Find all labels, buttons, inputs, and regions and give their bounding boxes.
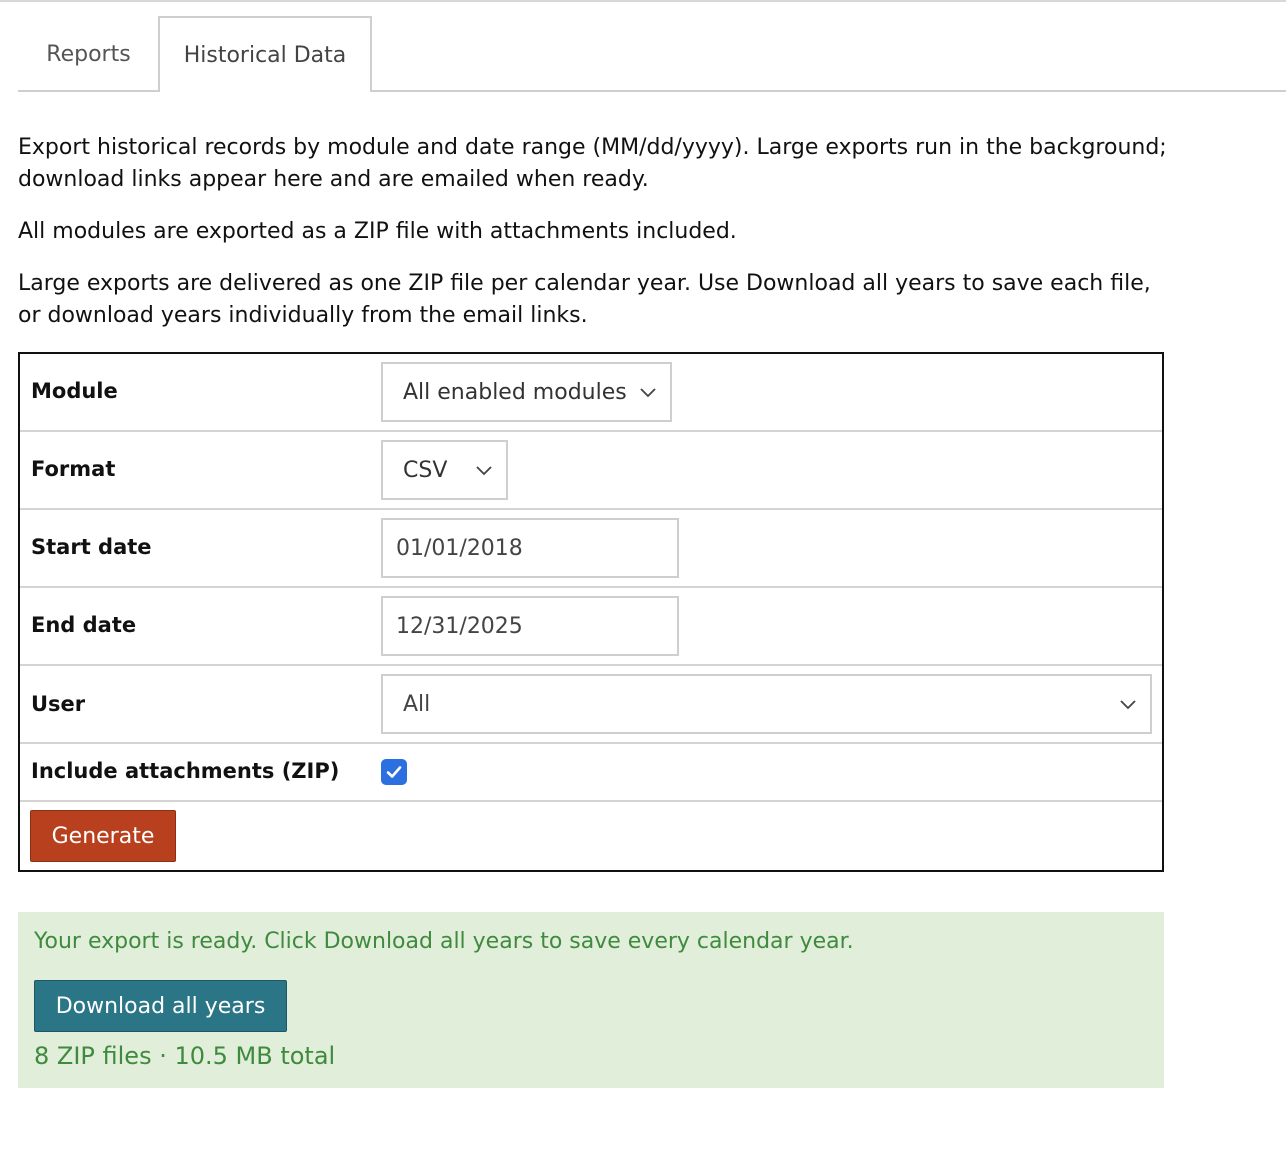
- download-summary: 8 ZIP files · 10.5 MB total: [34, 1042, 336, 1070]
- format-row: Format CSV: [20, 432, 1162, 510]
- intro-zip-note: All modules are exported as a ZIP file w…: [18, 219, 737, 244]
- user-select-value: All: [403, 691, 431, 717]
- start-date-row: Start date 01/01/2018: [20, 510, 1162, 588]
- format-select-value: CSV: [403, 457, 448, 483]
- export-ready-panel: Your export is ready. Click Download all…: [18, 912, 1164, 1088]
- user-label: User: [31, 692, 86, 716]
- export-form: Module All enabled modules Format CSV St…: [18, 352, 1164, 872]
- user-row: User All: [20, 666, 1162, 744]
- chevron-down-icon: [1120, 700, 1136, 710]
- download-all-years-button[interactable]: Download all years: [34, 980, 287, 1032]
- module-row: Module All enabled modules: [20, 354, 1162, 432]
- attachments-row: Include attachments (ZIP): [20, 744, 1162, 802]
- generate-button[interactable]: Generate: [30, 810, 176, 862]
- start-date-label: Start date: [31, 535, 152, 559]
- attachments-label: Include attachments (ZIP): [31, 759, 340, 783]
- end-date-value: 12/31/2025: [396, 613, 523, 639]
- top-divider: [0, 0, 1286, 2]
- export-ready-message: Your export is ready. Click Download all…: [34, 929, 854, 954]
- format-label: Format: [31, 457, 116, 481]
- start-date-value: 01/01/2018: [396, 535, 523, 561]
- checkmark-icon: [386, 766, 402, 778]
- tab-historical-data[interactable]: Historical Data: [158, 16, 372, 92]
- end-date-label: End date: [31, 613, 137, 637]
- attachments-checkbox[interactable]: [381, 759, 407, 785]
- chevron-down-icon: [476, 466, 492, 476]
- start-date-input[interactable]: 01/01/2018: [381, 518, 679, 578]
- intro-yearly-note: Large exports are delivered as one ZIP f…: [18, 271, 1151, 328]
- module-label: Module: [31, 379, 118, 403]
- format-select[interactable]: CSV: [381, 440, 508, 500]
- tab-reports[interactable]: Reports: [18, 16, 159, 90]
- chevron-down-icon: [640, 388, 656, 398]
- tab-bar: Reports Historical Data: [18, 16, 1286, 92]
- end-date-input[interactable]: 12/31/2025: [381, 596, 679, 656]
- intro-description: Export historical records by module and …: [18, 135, 1167, 192]
- module-select[interactable]: All enabled modules: [381, 362, 672, 422]
- module-select-value: All enabled modules: [403, 379, 627, 405]
- user-select[interactable]: All: [381, 674, 1152, 734]
- end-date-row: End date 12/31/2025: [20, 588, 1162, 666]
